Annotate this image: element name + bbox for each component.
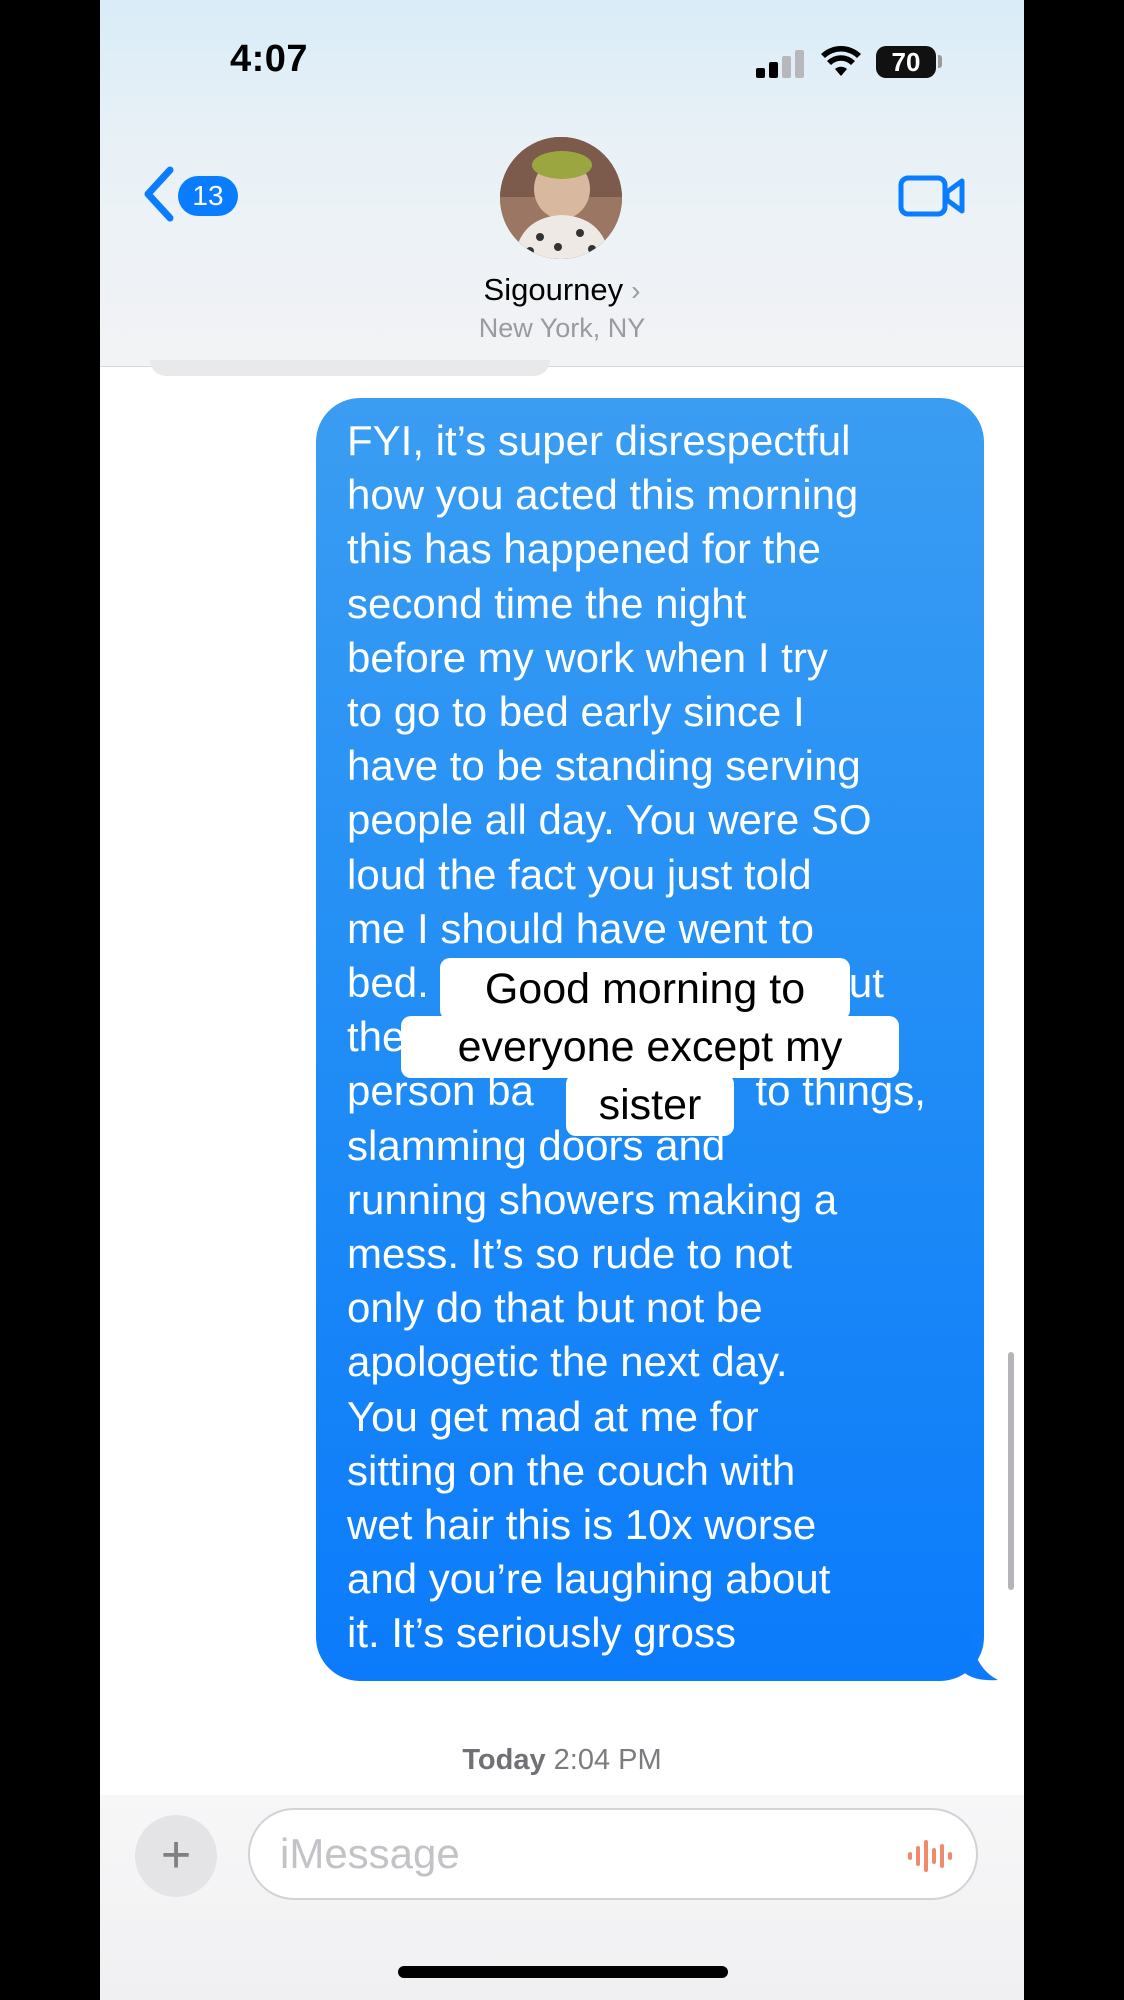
overlay-caption-line-2: everyone except my (401, 1016, 899, 1078)
overlay-caption-line-3: sister (566, 1074, 734, 1136)
wifi-icon (821, 46, 861, 76)
contact-name-row[interactable]: Sigourney › (100, 272, 1024, 308)
scrollbar[interactable] (1008, 1352, 1014, 1590)
chevron-right-icon: › (631, 275, 641, 306)
audio-message-icon[interactable] (906, 1836, 954, 1876)
add-attachment-button[interactable]: + (135, 1815, 217, 1897)
timestamp-day: Today (462, 1744, 546, 1776)
cellular-signal-icon (756, 48, 804, 78)
contact-photo (500, 137, 622, 259)
avatar[interactable] (500, 137, 622, 259)
contact-name: Sigourney (483, 272, 624, 307)
chevron-left-icon (144, 166, 174, 222)
status-time: 4:07 (230, 38, 309, 80)
contact-location: New York, NY (478, 313, 646, 343)
battery-cap (938, 55, 942, 68)
conversation-header: 4:07 70 13 Sigourney › New York, NY (100, 0, 1024, 367)
back-button[interactable]: 13 (140, 166, 250, 222)
previous-message-bubble-edge (150, 360, 550, 376)
overlay-caption-line-1: Good morning to (440, 958, 850, 1020)
unread-count-badge: 13 (178, 176, 238, 216)
video-call-icon[interactable] (898, 172, 966, 220)
imessage-placeholder: iMessage (280, 1830, 460, 1877)
message-timestamp: Today 2:04 PM (100, 1744, 1024, 1777)
messages-screen: 4:07 70 13 Sigourney › New York, NY FYI,… (100, 0, 1024, 2000)
home-indicator[interactable] (398, 1966, 728, 1978)
timestamp-time: 2:04 PM (553, 1744, 662, 1776)
battery-icon: 70 (876, 46, 936, 78)
